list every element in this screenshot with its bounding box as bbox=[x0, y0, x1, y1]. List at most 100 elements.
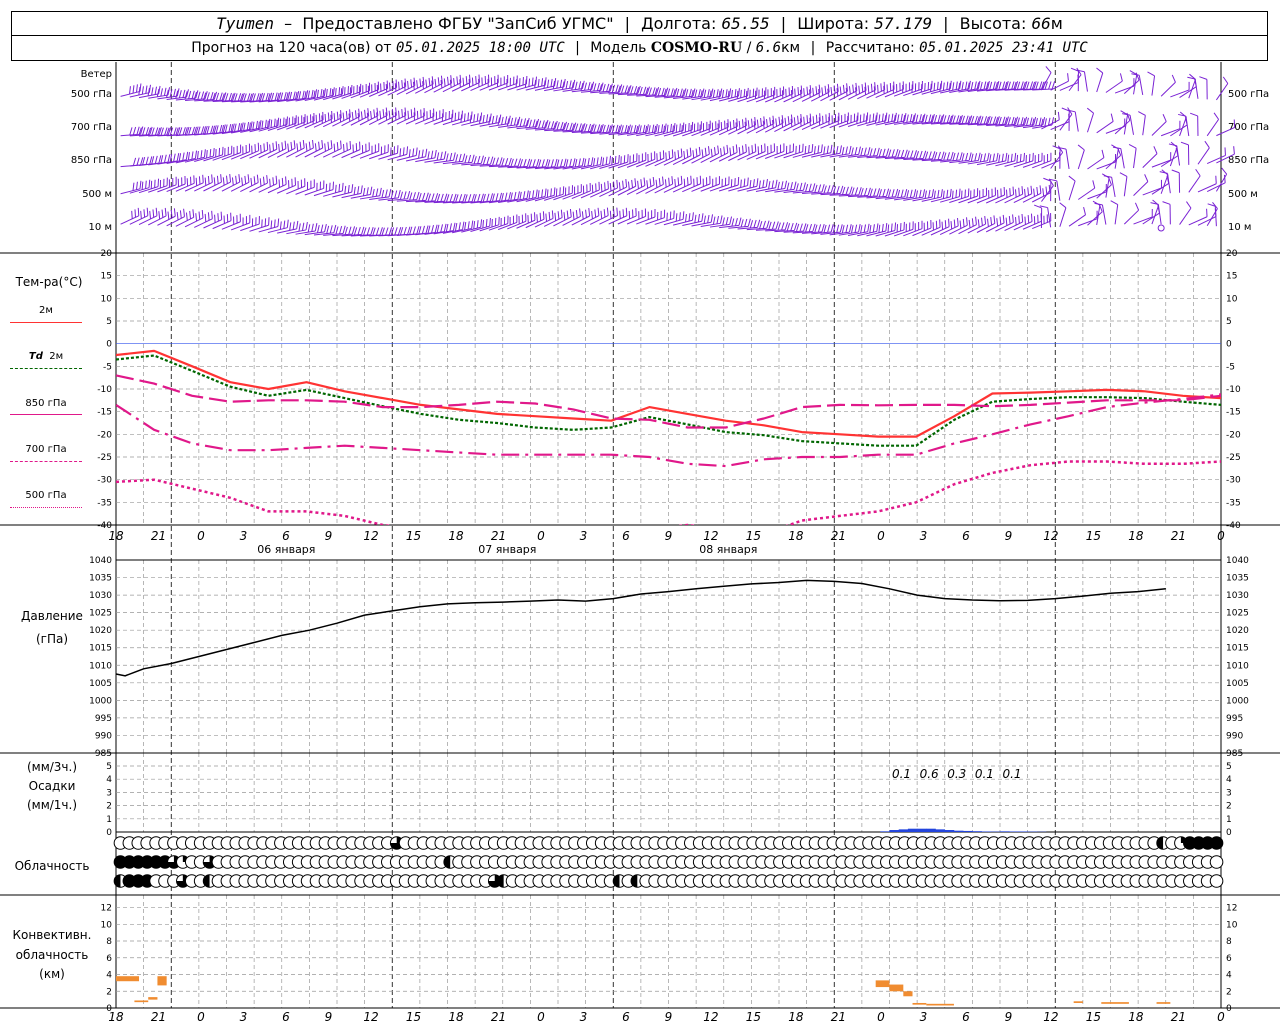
barb-flag bbox=[579, 208, 581, 217]
barb-flag bbox=[1144, 174, 1149, 182]
barb-flag bbox=[1042, 117, 1046, 126]
barb-flag bbox=[158, 211, 161, 220]
barb-flag bbox=[467, 154, 472, 163]
conv-ytick-right: 8 bbox=[1226, 937, 1232, 947]
barb-flag bbox=[817, 224, 822, 233]
barb-flag bbox=[345, 110, 348, 119]
temp-xtick: 0 bbox=[537, 529, 545, 543]
barb-flag bbox=[747, 218, 751, 227]
barb-flag bbox=[970, 153, 974, 162]
barb-flag bbox=[343, 144, 345, 153]
barb-flag bbox=[958, 188, 961, 197]
barb-flag bbox=[974, 115, 978, 124]
barb-staff bbox=[792, 121, 812, 131]
barb-flag bbox=[913, 189, 917, 198]
barb-flag bbox=[942, 82, 945, 91]
conv-xtick: 21 bbox=[151, 1010, 166, 1024]
barb-flag bbox=[373, 109, 376, 118]
barb-flag bbox=[261, 120, 264, 129]
barb-flag bbox=[968, 152, 972, 161]
barb-staff bbox=[949, 224, 968, 235]
barb-staff bbox=[350, 115, 369, 126]
barb-staff bbox=[985, 222, 1005, 233]
barb-flag bbox=[594, 209, 597, 218]
barb-flag bbox=[259, 178, 262, 187]
barb-flag bbox=[873, 148, 877, 157]
temp-xtick: 15 bbox=[746, 529, 761, 543]
barb-flag bbox=[189, 210, 192, 219]
wind-barb bbox=[985, 214, 1005, 233]
wind-barb bbox=[1170, 117, 1188, 137]
barb-flag bbox=[983, 81, 987, 90]
barb-flag bbox=[543, 80, 546, 89]
temp-ytick-right: -20 bbox=[1226, 430, 1241, 440]
barb-flag bbox=[278, 179, 281, 188]
barb-staff bbox=[1142, 212, 1160, 225]
barb-flag bbox=[213, 177, 216, 186]
barb-flag bbox=[680, 148, 683, 157]
barb-staff bbox=[433, 82, 452, 93]
barb-flag bbox=[149, 210, 151, 219]
barb-flag bbox=[267, 120, 269, 129]
barb-flag bbox=[1027, 215, 1030, 224]
barb-staff bbox=[728, 151, 747, 162]
barb-staff bbox=[157, 215, 176, 226]
barb-staff bbox=[442, 82, 462, 93]
barb-flag bbox=[320, 224, 324, 233]
barb-flag bbox=[735, 144, 738, 153]
barb-flag bbox=[974, 153, 978, 162]
barb-flag bbox=[731, 89, 733, 98]
barb-flag bbox=[887, 149, 892, 158]
barb-flag bbox=[937, 151, 941, 160]
barb-flag bbox=[278, 143, 280, 152]
barb-flag bbox=[197, 91, 201, 100]
barb-staff bbox=[1101, 204, 1107, 225]
barb-flag bbox=[274, 219, 276, 228]
wind-barb bbox=[1096, 154, 1117, 170]
pres-ytick-right: 1010 bbox=[1226, 661, 1249, 671]
barb-flag bbox=[234, 123, 237, 132]
cloud-circle bbox=[1209, 855, 1224, 869]
barb-flag bbox=[915, 190, 919, 199]
wind-barb bbox=[286, 140, 305, 158]
barb-flag bbox=[802, 182, 806, 191]
barb-flag bbox=[545, 158, 549, 167]
conv-ytick-right: 10 bbox=[1226, 920, 1238, 930]
barb-flag bbox=[445, 153, 449, 162]
wind-barb bbox=[562, 208, 581, 226]
barb-flag bbox=[528, 119, 532, 128]
barb-staff bbox=[1176, 145, 1181, 166]
barb-flag bbox=[479, 115, 482, 124]
barb-flag bbox=[642, 86, 647, 95]
barb-flag bbox=[644, 125, 648, 134]
temp-xtick: 15 bbox=[406, 529, 421, 543]
barb-flag bbox=[513, 191, 517, 200]
temp-xtick: 0 bbox=[877, 529, 885, 543]
barb-staff bbox=[184, 217, 204, 228]
barb-flag bbox=[964, 81, 968, 90]
barb-flag bbox=[519, 191, 522, 200]
barb-flag bbox=[1016, 81, 1021, 90]
barb-flag bbox=[957, 217, 959, 227]
barb-flag bbox=[476, 220, 479, 229]
pres-ytick-right: 985 bbox=[1226, 749, 1243, 759]
barb-flag bbox=[204, 213, 207, 222]
barb-flag bbox=[738, 120, 741, 129]
precip-total-label: 0.1 bbox=[975, 767, 994, 781]
barb-flag bbox=[743, 88, 746, 97]
precip-bar bbox=[907, 828, 918, 832]
barb-flag bbox=[463, 113, 466, 122]
barb-staff bbox=[590, 215, 609, 225]
barb-flag bbox=[992, 153, 995, 162]
wind-barb bbox=[1077, 144, 1085, 170]
barb-flag bbox=[723, 146, 726, 155]
wind-barb bbox=[442, 74, 462, 93]
barb-flag bbox=[872, 224, 875, 233]
barb-flag bbox=[695, 148, 698, 157]
barb-flag bbox=[933, 82, 936, 91]
temp-xtick: 18 bbox=[448, 529, 464, 543]
barb-flag bbox=[639, 86, 643, 95]
barb-flag bbox=[569, 158, 572, 167]
prec-ytick-left: 4 bbox=[106, 775, 112, 785]
barb-flag bbox=[574, 123, 579, 132]
